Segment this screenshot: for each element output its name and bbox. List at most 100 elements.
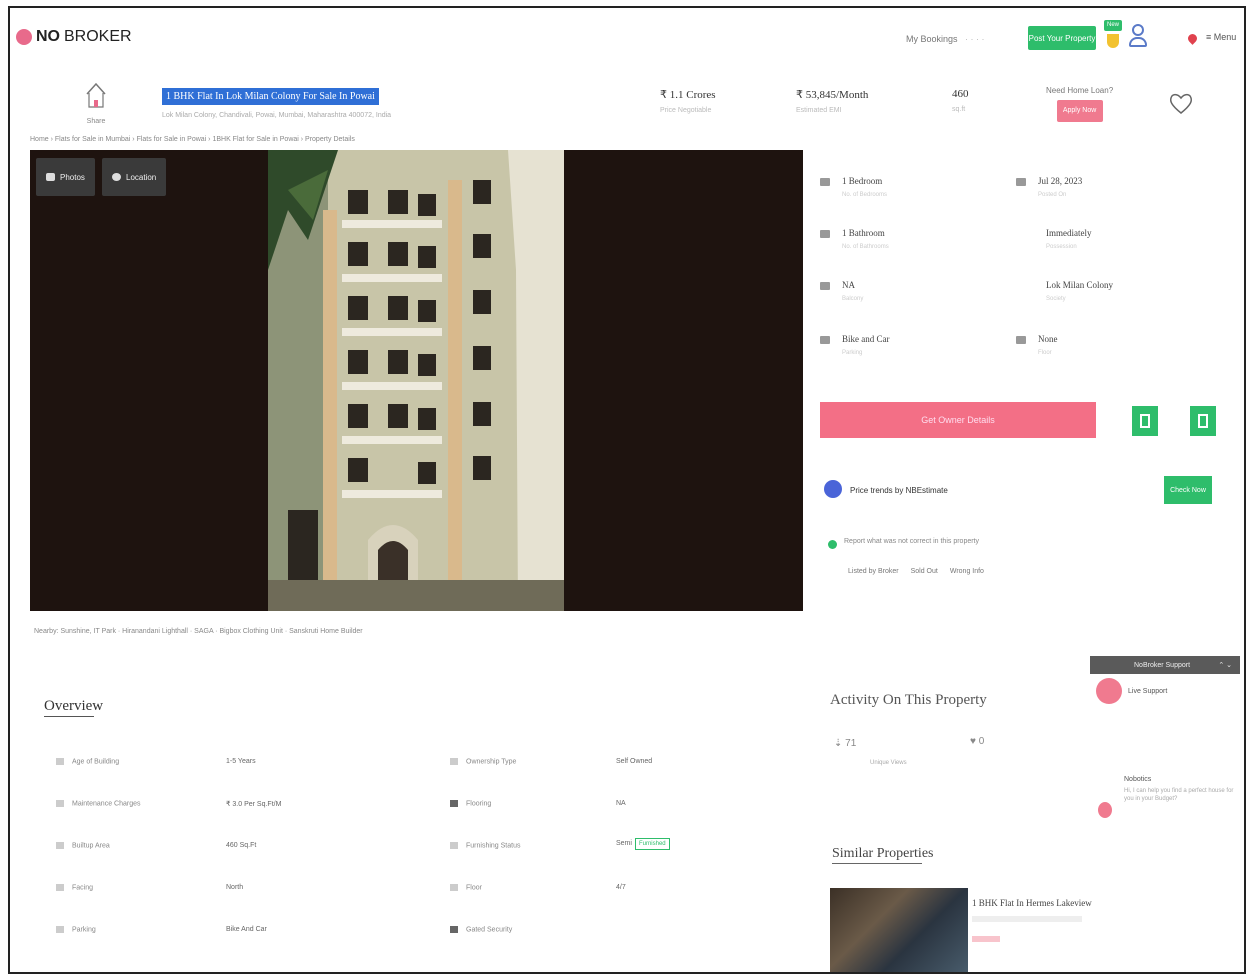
overview-value: North xyxy=(226,884,244,891)
shortlist-button[interactable] xyxy=(1132,406,1158,436)
building-photo xyxy=(268,150,564,611)
get-owner-details-button[interactable]: Get Owner Details xyxy=(820,402,1096,438)
overview-label: Furnishing Status xyxy=(450,842,520,849)
overview-value: Semi Furnished xyxy=(616,838,670,850)
detail-label: Parking xyxy=(842,350,863,356)
shortlist-icon xyxy=(1140,414,1150,428)
overview-value: Self Owned xyxy=(616,758,653,765)
heart-icon[interactable] xyxy=(1168,90,1194,116)
property-header: Share 1 BHK Flat In Lok Milan Colony For… xyxy=(10,74,1244,134)
calendar-icon xyxy=(1016,178,1026,186)
location-label: Location xyxy=(126,172,157,182)
photos-button[interactable]: Photos xyxy=(36,158,95,196)
new-badge: New xyxy=(1104,20,1122,31)
support-agent-name: Nobotics xyxy=(1124,776,1152,783)
floor-icon xyxy=(1016,336,1026,344)
trophy-cup-icon xyxy=(1107,34,1119,48)
location-button[interactable]: Location xyxy=(102,158,167,196)
detail-value: Lok Milan Colony xyxy=(1046,280,1113,290)
bath-icon xyxy=(820,230,830,238)
furnished-tag[interactable]: Furnished xyxy=(634,838,670,850)
support-avatar xyxy=(1096,678,1122,704)
property-address: Lok Milan Colony, Chandivali, Powai, Mum… xyxy=(162,112,392,119)
post-property-button[interactable]: Post Your Property xyxy=(1028,26,1096,50)
support-header[interactable]: NoBroker Support ⌃ ⌄ xyxy=(1090,656,1240,674)
detail-value: Bike and Car xyxy=(842,334,890,344)
emi-value: ₹ 53,845/Month xyxy=(796,89,869,101)
overview-value: 4/7 xyxy=(616,884,626,891)
report-tag-wrong[interactable]: Wrong Info xyxy=(950,568,984,575)
emi-stat: ₹ 53,845/Month Estimated EMI xyxy=(796,88,868,114)
emi-label: Estimated EMI xyxy=(796,107,842,114)
price-trends-text: Price trends by NBEstimate xyxy=(850,486,948,495)
detail-value: Immediately xyxy=(1046,228,1092,238)
security-icon xyxy=(450,926,458,933)
detail-label: Floor xyxy=(1038,350,1052,356)
property-details: 1 Bedroom No. of Bedrooms Jul 28, 2023 P… xyxy=(816,172,1236,382)
detail-label: Society xyxy=(1046,296,1066,302)
area-value: 460 xyxy=(952,88,969,100)
nearby-places[interactable]: Nearby: Sunshine, IT Park · Hiranandani … xyxy=(34,628,363,635)
builtup-area-icon xyxy=(56,842,64,849)
overview-value: 460 Sq.Ft xyxy=(226,842,257,849)
detail-value: None xyxy=(1038,334,1058,344)
apply-loan-button[interactable]: Apply Now xyxy=(1056,100,1103,122)
overview-label: Gated Security xyxy=(450,926,512,933)
views-count: ⇣ 71 xyxy=(834,738,857,749)
similar-property-name[interactable]: 1 BHK Flat In Hermes Lakeview xyxy=(972,898,1092,908)
share-house-icon[interactable]: Share xyxy=(82,80,110,126)
support-bot-avatar xyxy=(1098,802,1112,818)
nobroker-logo[interactable]: NO BROKER xyxy=(16,28,132,46)
breadcrumb[interactable]: Home › Flats for Sale in Mumbai › Flats … xyxy=(30,136,355,143)
parking-icon xyxy=(56,926,64,933)
similar-property-subtitle xyxy=(972,916,1082,922)
location-icon xyxy=(112,173,121,181)
report-icon xyxy=(828,540,837,549)
overview-title: Overview xyxy=(44,698,104,714)
price-label: Price Negotiable xyxy=(660,107,712,114)
detail-label: Possession xyxy=(1046,244,1077,250)
property-title: 1 BHK Flat In Lok Milan Colony For Sale … xyxy=(162,88,379,105)
similar-property-price xyxy=(972,936,1000,942)
camera-icon xyxy=(46,173,55,181)
check-now-button[interactable]: Check Now xyxy=(1164,476,1212,504)
maintenance-icon xyxy=(56,800,64,807)
location-pin-icon[interactable] xyxy=(1186,32,1199,45)
bookings-link[interactable]: My Bookings xyxy=(906,34,958,44)
top-nav: NO BROKER My Bookings · · · · Post Your P… xyxy=(10,8,1244,70)
overview-underline xyxy=(44,716,94,717)
compare-icon xyxy=(1198,414,1208,428)
support-title: NoBroker Support xyxy=(1134,661,1191,669)
logo-dot-icon xyxy=(16,29,32,45)
compare-button[interactable] xyxy=(1190,406,1216,436)
detail-value: NA xyxy=(842,280,855,290)
report-text: Report what was not correct in this prop… xyxy=(844,538,980,545)
nbestimate-icon xyxy=(824,480,842,498)
trophy-icon[interactable]: New xyxy=(1104,20,1124,54)
overview-label: Floor xyxy=(450,884,482,891)
photo-gallery[interactable]: Photos Location xyxy=(30,150,803,611)
price-stat: ₹ 1.1 Crores Price Negotiable xyxy=(660,88,716,114)
nav-faint-link[interactable]: · · · · xyxy=(965,34,985,44)
menu-label: Menu xyxy=(1213,32,1237,42)
similar-underline xyxy=(832,863,922,864)
detail-label: Balcony xyxy=(842,296,864,302)
support-widget[interactable]: NoBroker Support ⌃ ⌄ Live Support Noboti… xyxy=(1090,656,1240,830)
logo-no: NO xyxy=(36,28,60,45)
overview-label: Parking xyxy=(56,926,96,933)
views-label: Unique Views xyxy=(870,760,907,766)
detail-label: No. of Bathrooms xyxy=(842,244,889,250)
similar-property-thumbnail[interactable] xyxy=(830,888,968,972)
overview-value: 1-5 Years xyxy=(226,758,256,765)
menu-button[interactable]: ≡ Menu xyxy=(1206,32,1236,42)
report-tag-broker[interactable]: Listed by Broker xyxy=(848,568,899,575)
price-value: ₹ 1.1 Crores xyxy=(660,89,716,101)
overview-label: Age of Building xyxy=(56,758,119,765)
home-loan-box: Need Home Loan? Apply Now xyxy=(1046,86,1113,122)
report-tag-sold[interactable]: Sold Out xyxy=(911,568,938,575)
user-icon[interactable] xyxy=(1128,24,1148,50)
floor-level-icon xyxy=(450,884,458,891)
support-controls[interactable]: ⌃ ⌄ xyxy=(1218,661,1232,669)
detail-value: 1 Bathroom xyxy=(842,228,885,238)
detail-value: Jul 28, 2023 xyxy=(1038,176,1083,186)
